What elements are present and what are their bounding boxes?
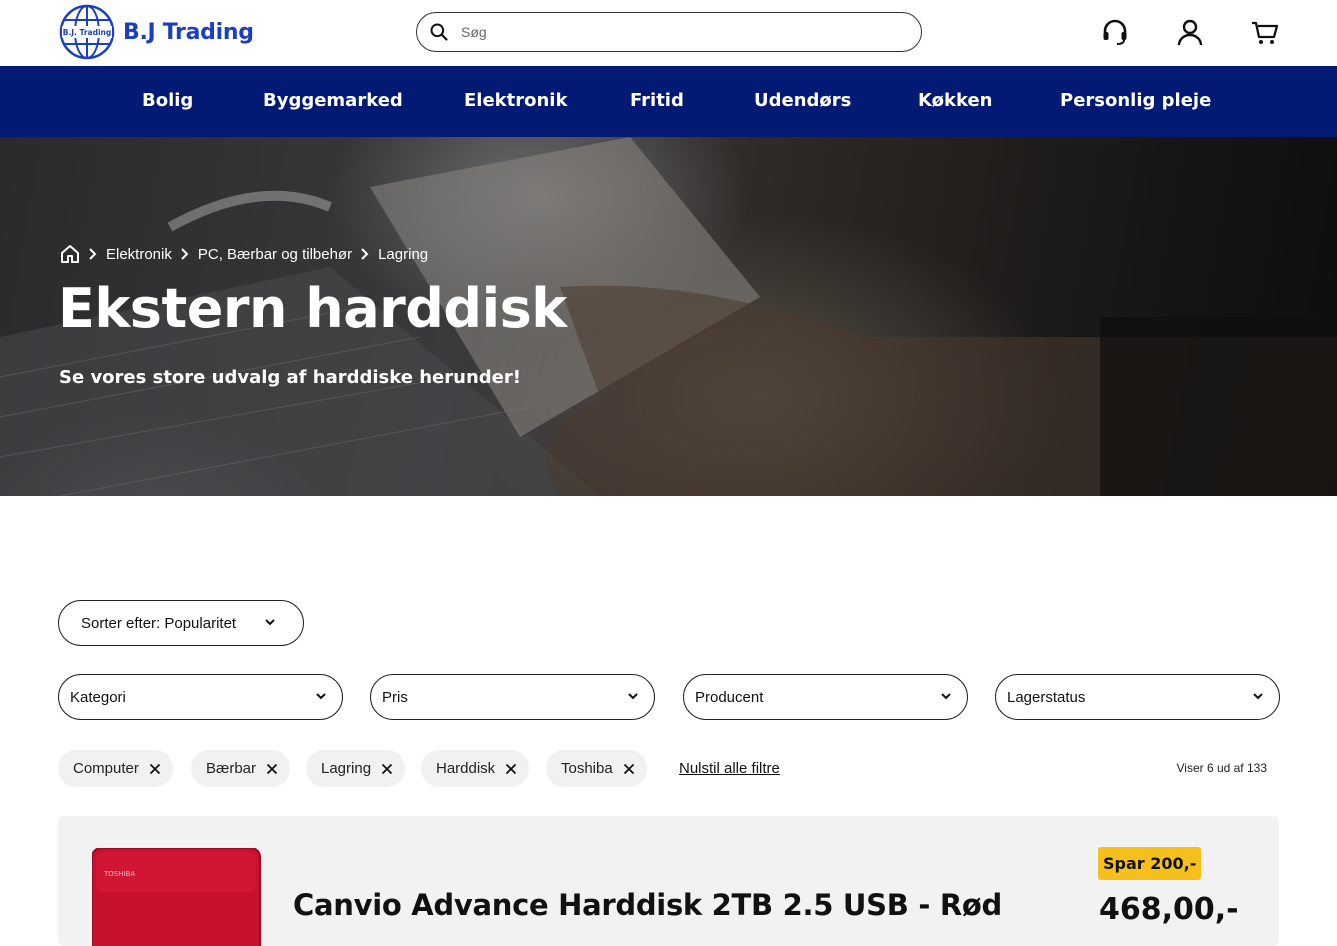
filter-pris[interactable]: Pris — [370, 674, 655, 720]
filter-chip-baerbar[interactable]: Bærbar — [191, 750, 291, 787]
search-icon — [430, 23, 448, 41]
filter-chip-toshiba[interactable]: Toshiba — [546, 750, 647, 787]
filter-lagerstatus[interactable]: Lagerstatus — [995, 674, 1280, 720]
close-icon[interactable] — [266, 763, 278, 775]
sort-label: Sorter efter: Popularitet — [81, 614, 237, 632]
reset-filters-link[interactable]: Nulstil alle filtre — [679, 760, 780, 777]
chevron-down-icon — [314, 689, 328, 707]
filter-chip-harddisk[interactable]: Harddisk — [421, 750, 530, 787]
product-title[interactable]: Canvio Advance Harddisk 2TB 2.5 USB - Rø… — [293, 888, 1002, 922]
globe-logo-icon: B.J. Trading — [59, 4, 115, 60]
page-subtitle: Se vores store udvalg af harddiske herun… — [59, 367, 521, 388]
close-icon[interactable] — [505, 763, 517, 775]
nav-item-bolig[interactable]: Bolig — [142, 90, 193, 111]
product-card[interactable]: TOSHIBA Canvio Advance Harddisk 2TB 2.5 … — [58, 816, 1279, 946]
chevron-right-icon — [88, 248, 98, 260]
breadcrumb: Elektronik PC, Bærbar og tilbehør Lagrin… — [60, 244, 428, 264]
top-header: B.J. Trading B.J Trading — [0, 0, 1337, 66]
logo-badge-text: B.J. Trading — [63, 28, 112, 37]
chip-label: Harddisk — [436, 760, 496, 777]
filter-kategori[interactable]: Kategori — [58, 674, 343, 720]
chevron-down-icon — [1251, 689, 1265, 707]
chip-label: Bærbar — [206, 760, 257, 777]
close-icon[interactable] — [381, 763, 393, 775]
chevron-down-icon — [263, 615, 277, 633]
filter-chip-computer[interactable]: Computer — [58, 750, 173, 787]
cart-icon[interactable] — [1249, 16, 1281, 48]
chip-label: Toshiba — [561, 760, 613, 777]
hero-banner: Elektronik PC, Bærbar og tilbehør Lagrin… — [0, 137, 1337, 496]
nav-item-kokken[interactable]: Køkken — [918, 90, 992, 111]
home-icon[interactable] — [60, 244, 80, 264]
nav-item-personlig-pleje[interactable]: Personlig pleje — [1060, 90, 1211, 111]
headset-icon[interactable] — [1099, 16, 1131, 48]
chip-label: Lagring — [321, 760, 372, 777]
breadcrumb-lagring[interactable]: Lagring — [378, 246, 428, 263]
search-bar[interactable] — [416, 12, 922, 52]
chevron-right-icon — [360, 248, 370, 260]
filter-label: Kategori — [70, 688, 126, 706]
chevron-right-icon — [180, 248, 190, 260]
result-count: Viser 6 ud af 133 — [1176, 761, 1267, 775]
filter-label: Producent — [695, 688, 764, 706]
close-icon[interactable] — [623, 763, 635, 775]
chevron-down-icon — [626, 689, 640, 707]
product-price: 468,00,- — [1099, 892, 1239, 927]
brand-logo[interactable]: B.J. Trading B.J Trading — [59, 4, 254, 60]
product-image[interactable]: TOSHIBA — [92, 848, 262, 946]
discount-badge: Spar 200,- — [1098, 847, 1202, 880]
filter-chip-lagring[interactable]: Lagring — [306, 750, 406, 787]
product-brand-mark: TOSHIBA — [103, 870, 135, 878]
filter-producent[interactable]: Producent — [683, 674, 968, 720]
filter-label: Pris — [382, 688, 408, 706]
close-icon[interactable] — [149, 763, 161, 775]
user-icon[interactable] — [1174, 16, 1206, 48]
breadcrumb-elektronik[interactable]: Elektronik — [106, 246, 172, 263]
sort-dropdown[interactable]: Sorter efter: Popularitet — [58, 600, 304, 646]
nav-item-udendors[interactable]: Udendørs — [754, 90, 851, 111]
filter-label: Lagerstatus — [1007, 688, 1086, 706]
page-title: Ekstern harddisk — [58, 277, 567, 340]
chevron-down-icon — [939, 689, 953, 707]
nav-item-fritid[interactable]: Fritid — [630, 90, 684, 111]
nav-item-elektronik[interactable]: Elektronik — [464, 90, 567, 111]
chip-label: Computer — [73, 760, 139, 777]
nav-item-byggemarked[interactable]: Byggemarked — [263, 90, 403, 111]
brand-name: B.J Trading — [123, 19, 254, 45]
category-nav: Bolig Byggemarked Elektronik Fritid Uden… — [0, 66, 1337, 137]
breadcrumb-pc-baerbar[interactable]: PC, Bærbar og tilbehør — [198, 246, 352, 263]
search-input[interactable] — [461, 24, 881, 40]
